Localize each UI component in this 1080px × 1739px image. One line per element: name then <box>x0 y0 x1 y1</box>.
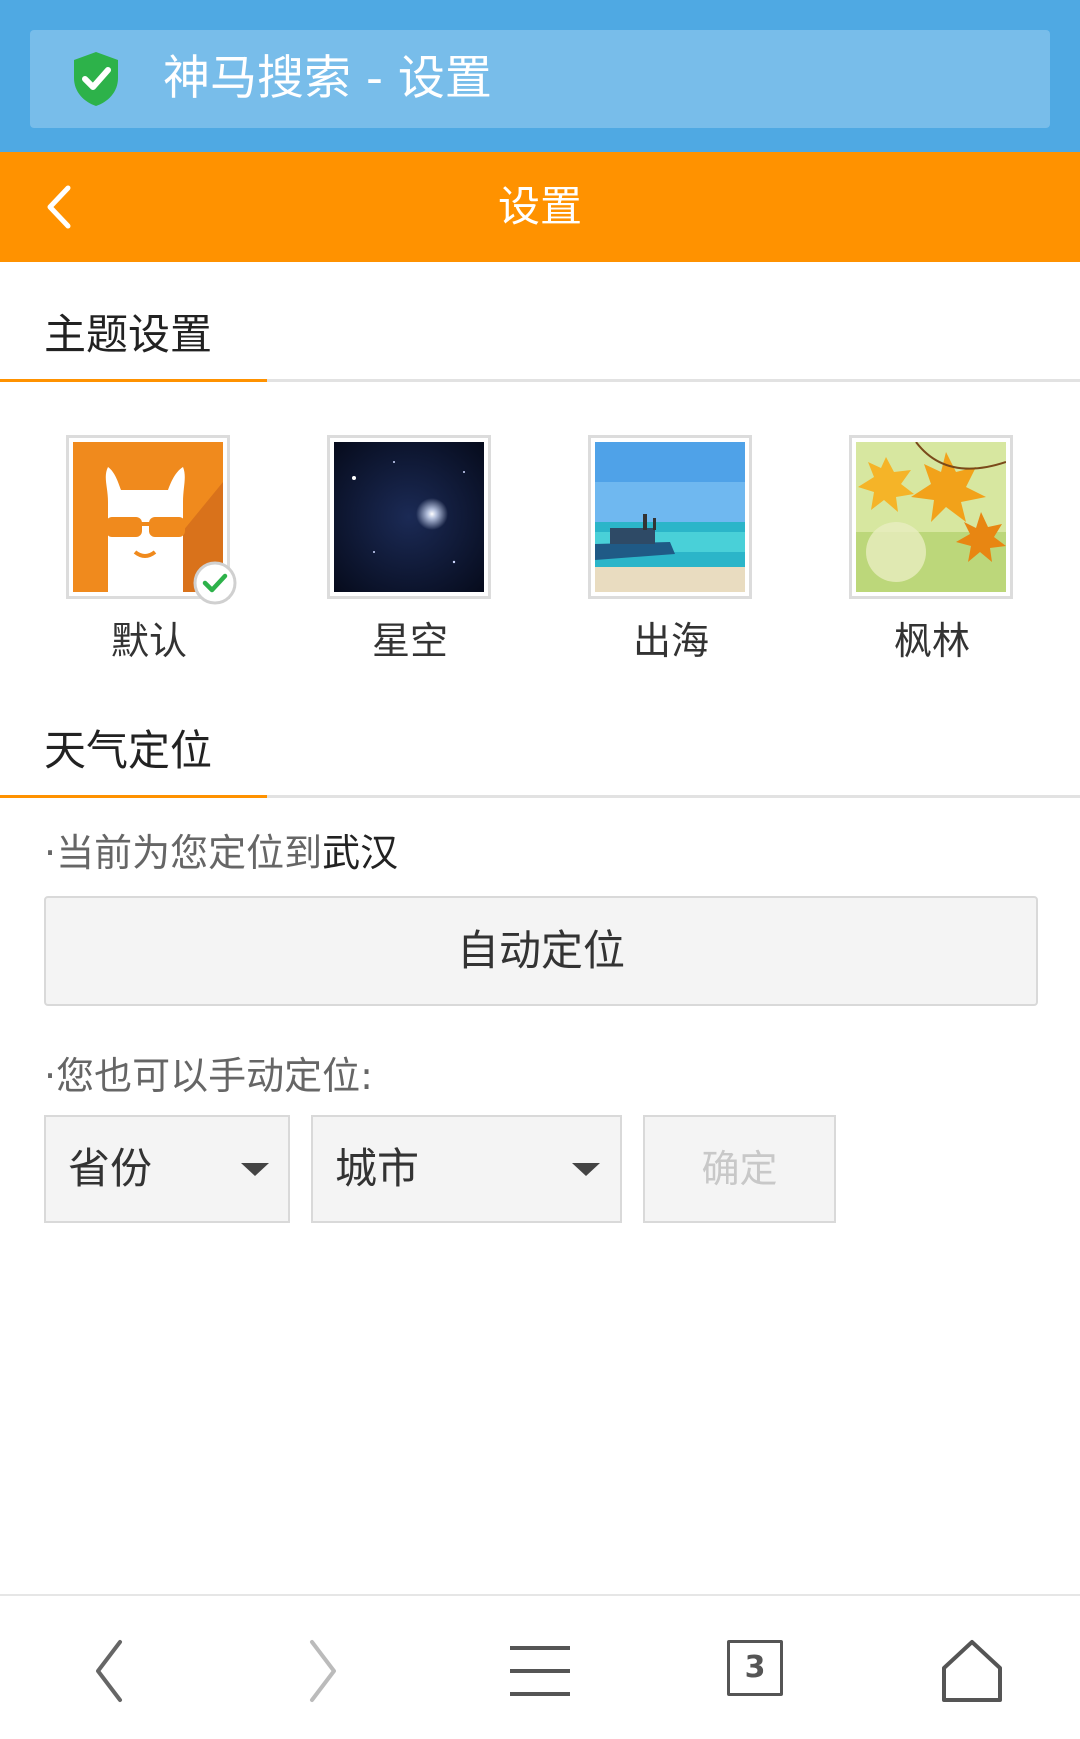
theme-thumbnail[interactable] <box>327 435 491 599</box>
current-location-text: ·当前为您定位到武汉 <box>44 822 398 877</box>
browser-address-bar: 神马搜索 - 设置 <box>0 0 1080 152</box>
shield-check-icon <box>74 52 118 106</box>
page-url-title: 神马搜索 - 设置 <box>163 51 492 106</box>
forward-icon[interactable] <box>284 1636 364 1706</box>
manual-locate-label: ·您也可以手动定位: <box>44 1054 373 1098</box>
theme-name: 星空 <box>371 619 448 663</box>
theme-name: 枫林 <box>893 619 970 663</box>
city-select-value: 城市 <box>335 1144 420 1193</box>
auto-locate-button[interactable]: 自动定位 <box>44 896 1038 1006</box>
sea-boat-image <box>595 442 745 592</box>
current-city: 武汉 <box>322 831 399 875</box>
theme-name: 默认 <box>110 619 187 663</box>
selected-check-icon <box>193 561 237 605</box>
active-underline <box>0 379 267 382</box>
theme-heading-label: 主题设置 <box>44 310 213 359</box>
theme-name: 出海 <box>632 619 709 663</box>
weather-section-heading: 天气定位 <box>0 678 1080 798</box>
url-box[interactable]: 神马搜索 - 设置 <box>30 30 1050 128</box>
province-select-value: 省份 <box>68 1144 153 1193</box>
theme-thumbnail[interactable] <box>588 435 752 599</box>
tabs-icon[interactable]: 3 <box>727 1640 783 1696</box>
menu-icon[interactable] <box>500 1636 580 1706</box>
chevron-left-icon[interactable] <box>40 182 80 232</box>
starry-sky-image <box>334 442 484 592</box>
home-icon[interactable] <box>932 1636 1012 1706</box>
header-title: 设置 <box>497 182 582 231</box>
chevron-down-icon <box>241 1163 269 1176</box>
chevron-down-icon <box>572 1163 600 1176</box>
city-select[interactable]: 城市 <box>311 1115 622 1223</box>
weather-heading-label: 天气定位 <box>44 726 213 775</box>
bottom-navigation: 3 <box>0 1594 1080 1739</box>
confirm-button[interactable]: 确定 <box>643 1115 836 1223</box>
current-location-prefix: ·当前为您定位到 <box>44 831 323 875</box>
theme-thumbnail[interactable] <box>849 435 1013 599</box>
province-select[interactable]: 省份 <box>44 1115 290 1223</box>
theme-list: 默认 星空 出海 枫林 <box>0 435 1080 665</box>
theme-section-heading: 主题设置 <box>0 262 1080 382</box>
maple-leaves-image <box>856 442 1006 592</box>
back-icon[interactable] <box>68 1636 148 1706</box>
settings-header: 设置 <box>0 152 1080 262</box>
active-underline <box>0 795 267 798</box>
